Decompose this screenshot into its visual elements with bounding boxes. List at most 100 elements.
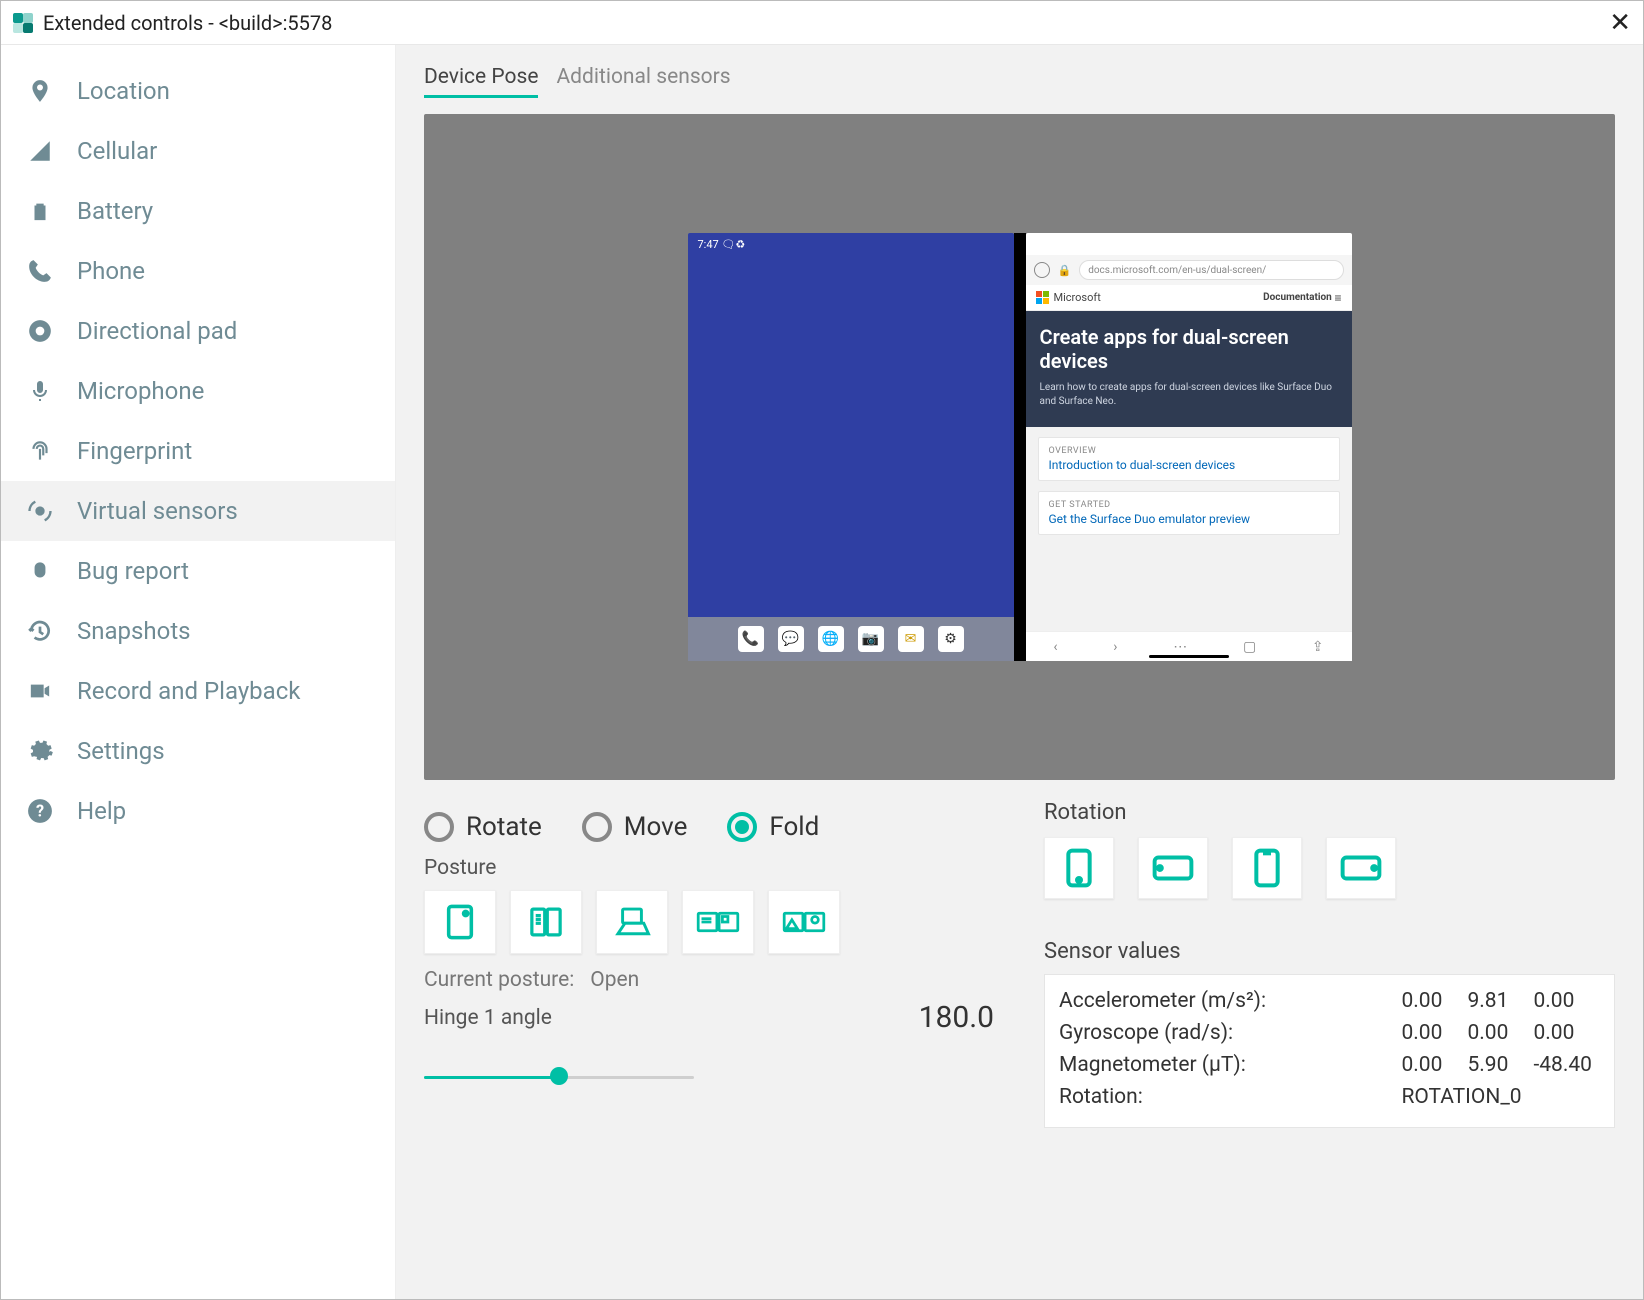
sidebar-item-bug-report[interactable]: Bug report bbox=[1, 541, 395, 601]
forward-icon: › bbox=[1113, 639, 1117, 655]
sidebar-item-phone[interactable]: Phone bbox=[1, 241, 395, 301]
sidebar-item-fingerprint[interactable]: Fingerprint bbox=[1, 421, 395, 481]
sidebar-item-label: Settings bbox=[77, 737, 165, 765]
sidebar-item-battery[interactable]: Battery bbox=[1, 181, 395, 241]
hinge-angle-slider[interactable] bbox=[424, 1061, 694, 1091]
battery-icon bbox=[25, 196, 55, 226]
sensor-y: 0.00 bbox=[1467, 1017, 1533, 1049]
radio-label: Rotate bbox=[466, 812, 542, 842]
sidebar-item-settings[interactable]: Settings bbox=[1, 721, 395, 781]
hero-banner: Create apps for dual-screen devices Lear… bbox=[1026, 311, 1352, 427]
sidebar-item-label: Phone bbox=[77, 257, 145, 285]
sidebar-item-help[interactable]: ? Help bbox=[1, 781, 395, 841]
sensor-x: 0.00 bbox=[1401, 1017, 1467, 1049]
posture-tent-button[interactable] bbox=[768, 890, 840, 954]
radio-rotate[interactable]: Rotate bbox=[424, 812, 542, 842]
dpad-icon bbox=[25, 316, 55, 346]
nav-handle bbox=[1149, 655, 1229, 658]
sidebar-item-label: Location bbox=[77, 77, 170, 105]
sidebar-item-label: Record and Playback bbox=[77, 677, 300, 705]
address-text: docs.microsoft.com/en-us/dual-screen/ bbox=[1079, 260, 1343, 280]
browser-url-bar: 🔒 docs.microsoft.com/en-us/dual-screen/ bbox=[1026, 255, 1352, 285]
content-card: OVERVIEW Introduction to dual-screen dev… bbox=[1038, 437, 1340, 481]
sensor-x: 0.00 bbox=[1401, 1049, 1467, 1081]
dock-app-mail: ✉ bbox=[898, 626, 924, 652]
device-preview[interactable]: 7:47 🗨 ♻ 📞 💬 🌐 📷 ✉ ⚙ bbox=[424, 114, 1615, 780]
rotation-landscape-left-button[interactable] bbox=[1138, 837, 1208, 899]
rotation-portrait-flipped-button[interactable] bbox=[1232, 837, 1302, 899]
page-header: Microsoft Documentation ≡ bbox=[1026, 285, 1352, 311]
posture-laptop-button[interactable] bbox=[596, 890, 668, 954]
sensor-x: 0.00 bbox=[1401, 985, 1467, 1017]
mode-radio-group: Rotate Move Fold bbox=[424, 812, 994, 842]
more-icon: ⋯ bbox=[1173, 639, 1187, 655]
sensor-values-box: Accelerometer (m/s²): 0.00 9.81 0.00 Gyr… bbox=[1044, 974, 1615, 1128]
svg-text:?: ? bbox=[36, 801, 44, 820]
brand-text: Microsoft bbox=[1054, 291, 1101, 304]
sidebar-item-label: Fingerprint bbox=[77, 437, 192, 465]
sensor-y: 5.90 bbox=[1467, 1049, 1533, 1081]
sidebar-item-snapshots[interactable]: Snapshots bbox=[1, 601, 395, 661]
posture-closed-button[interactable] bbox=[424, 890, 496, 954]
window-title: Extended controls - <build>:5578 bbox=[43, 11, 332, 35]
dock-app-camera: 📷 bbox=[858, 626, 884, 652]
sidebar-item-virtual-sensors[interactable]: Virtual sensors bbox=[1, 481, 395, 541]
tabs-icon: ▢ bbox=[1243, 639, 1256, 655]
notif-icon: ♻ bbox=[735, 238, 745, 251]
signal-icon bbox=[25, 136, 55, 166]
sensor-y: 9.81 bbox=[1467, 985, 1533, 1017]
sidebar-item-label: Battery bbox=[77, 197, 153, 225]
back-icon: ‹ bbox=[1053, 639, 1057, 655]
help-icon: ? bbox=[25, 796, 55, 826]
current-posture-label: Current posture: bbox=[424, 968, 574, 992]
rotation-landscape-right-button[interactable] bbox=[1326, 837, 1396, 899]
radio-move[interactable]: Move bbox=[582, 812, 688, 842]
device-right-screen: 🔒 docs.microsoft.com/en-us/dual-screen/ … bbox=[1026, 233, 1352, 661]
sidebar-item-dpad[interactable]: Directional pad bbox=[1, 301, 395, 361]
sensor-z: 0.00 bbox=[1533, 1017, 1600, 1049]
sensor-row-accel: Accelerometer (m/s²): 0.00 9.81 0.00 bbox=[1059, 985, 1600, 1017]
radio-fold[interactable]: Fold bbox=[727, 812, 819, 842]
hinge-angle-value: 180.0 bbox=[919, 1000, 994, 1035]
sidebar-item-cellular[interactable]: Cellular bbox=[1, 121, 395, 181]
posture-book-button[interactable] bbox=[510, 890, 582, 954]
sensor-name: Rotation: bbox=[1059, 1081, 1401, 1113]
hero-subtitle: Learn how to create apps for dual-screen… bbox=[1040, 381, 1338, 409]
title-bar: Extended controls - <build>:5578 ✕ bbox=[1, 1, 1643, 45]
sidebar-item-microphone[interactable]: Microphone bbox=[1, 361, 395, 421]
lock-icon: 🔒 bbox=[1058, 264, 1072, 277]
status-time: 7:47 bbox=[698, 238, 719, 251]
device-hinge bbox=[1014, 233, 1026, 661]
app-icon bbox=[13, 13, 33, 33]
hinge-angle-label: Hinge 1 angle bbox=[424, 1006, 552, 1030]
mic-icon bbox=[25, 376, 55, 406]
hero-title: Create apps for dual-screen devices bbox=[1040, 325, 1338, 373]
posture-flat-button[interactable] bbox=[682, 890, 754, 954]
main-panel: Device Pose Additional sensors 7:47 🗨 ♻ … bbox=[396, 45, 1643, 1299]
bug-icon bbox=[25, 556, 55, 586]
posture-label: Posture bbox=[424, 856, 994, 880]
radio-label: Move bbox=[624, 812, 688, 842]
sensor-name: Gyroscope (rad/s): bbox=[1059, 1017, 1401, 1049]
battery-indicator-icon bbox=[1330, 240, 1344, 248]
avatar-icon bbox=[1034, 262, 1050, 278]
fingerprint-icon bbox=[25, 436, 55, 466]
radio-label: Fold bbox=[769, 812, 819, 842]
tab-additional-sensors[interactable]: Additional sensors bbox=[556, 65, 730, 98]
notif-icon: 🗨 bbox=[721, 238, 735, 251]
posture-buttons bbox=[424, 890, 994, 954]
sidebar-item-label: Help bbox=[77, 797, 126, 825]
dock-app-phone: 📞 bbox=[738, 626, 764, 652]
gear-icon bbox=[25, 736, 55, 766]
sensor-values-label: Sensor values bbox=[1044, 939, 1615, 964]
tab-device-pose[interactable]: Device Pose bbox=[424, 65, 538, 98]
sidebar-item-record[interactable]: Record and Playback bbox=[1, 661, 395, 721]
tabs: Device Pose Additional sensors bbox=[424, 65, 1615, 98]
close-icon[interactable]: ✕ bbox=[1609, 8, 1631, 38]
sidebar-item-label: Bug report bbox=[77, 557, 189, 585]
sensor-value: ROTATION_0 bbox=[1401, 1081, 1600, 1113]
sidebar-item-label: Virtual sensors bbox=[77, 497, 238, 525]
doc-link: Documentation bbox=[1263, 292, 1332, 303]
rotation-portrait-button[interactable] bbox=[1044, 837, 1114, 899]
sidebar-item-location[interactable]: Location bbox=[1, 61, 395, 121]
